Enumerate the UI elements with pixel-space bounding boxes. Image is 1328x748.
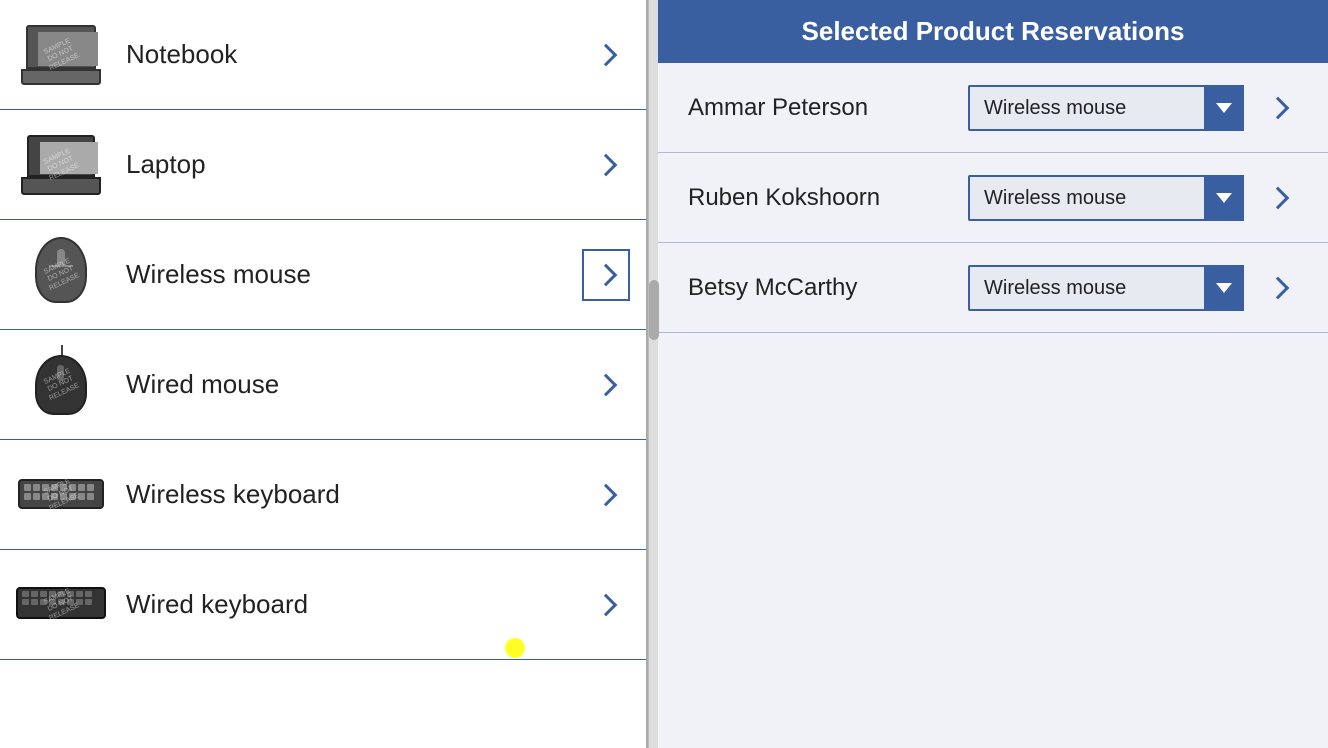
ammar-product-select[interactable]: Wireless mouse Wired mouse Wireless keyb…	[968, 85, 1244, 131]
product-name-laptop: Laptop	[126, 149, 582, 180]
laptop-chevron[interactable]	[582, 139, 630, 191]
chevron-right-icon	[595, 153, 618, 176]
wired-keyboard-chevron[interactable]	[582, 579, 630, 631]
product-item-wired-mouse[interactable]: SAMPLEDO NOTRELEASE Wired mouse	[0, 330, 646, 440]
reservation-person-ammar: Ammar Peterson	[688, 94, 968, 122]
ammar-select-wrap: Wireless mouse Wired mouse Wireless keyb…	[968, 85, 1244, 131]
wired-mouse-icon: SAMPLEDO NOTRELEASE	[16, 345, 106, 425]
product-item-wireless-mouse[interactable]: SAMPLEDO NOTRELEASE Wireless mouse	[0, 220, 646, 330]
chevron-right-icon	[595, 43, 618, 66]
wired-mouse-chevron[interactable]	[582, 359, 630, 411]
ammar-row-chevron[interactable]	[1258, 88, 1298, 128]
betsy-select-wrap: Wireless mouse Wired mouse Wireless keyb…	[968, 265, 1244, 311]
ruben-select-wrap: Wireless mouse Wired mouse Wireless keyb…	[968, 175, 1244, 221]
product-name-notebook: Notebook	[126, 39, 582, 70]
notebook-chevron[interactable]	[582, 29, 630, 81]
reservation-person-ruben: Ruben Kokshoorn	[688, 184, 968, 212]
chevron-right-icon	[1267, 276, 1290, 299]
product-name-wired-mouse: Wired mouse	[126, 369, 582, 400]
notebook-icon: SAMPLEDO NOTRELEASE	[16, 15, 106, 95]
reservation-row-ruben: Ruben Kokshoorn Wireless mouse Wired mou…	[658, 153, 1328, 243]
ruben-product-select[interactable]: Wireless mouse Wired mouse Wireless keyb…	[968, 175, 1244, 221]
wired-keyboard-icon: SAMPLEDO NOTRELEASE	[16, 565, 106, 645]
reservations-panel: Selected Product Reservations Ammar Pete…	[658, 0, 1328, 748]
product-name-wired-keyboard: Wired keyboard	[126, 589, 582, 620]
betsy-product-select[interactable]: Wireless mouse Wired mouse Wireless keyb…	[968, 265, 1244, 311]
chevron-right-icon	[595, 593, 618, 616]
chevron-right-icon	[1267, 96, 1290, 119]
reservation-person-betsy: Betsy McCarthy	[688, 274, 968, 302]
wireless-keyboard-icon: SAMPLEDO NOTRELEASE	[16, 455, 106, 535]
reservation-list: Ammar Peterson Wireless mouse Wired mous…	[658, 63, 1328, 748]
chevron-right-icon	[595, 483, 618, 506]
product-list: SAMPLEDO NOTRELEASE Notebook SAMPLEDO NO…	[0, 0, 648, 748]
product-name-wireless-keyboard: Wireless keyboard	[126, 479, 582, 510]
product-item-laptop[interactable]: SAMPLEDO NOTRELEASE Laptop	[0, 110, 646, 220]
product-name-wireless-mouse: Wireless mouse	[126, 259, 582, 290]
reservation-row-betsy: Betsy McCarthy Wireless mouse Wired mous…	[658, 243, 1328, 333]
ruben-row-chevron[interactable]	[1258, 178, 1298, 218]
chevron-right-icon	[1267, 186, 1290, 209]
wireless-mouse-chevron[interactable]	[582, 249, 630, 301]
reservations-title: Selected Product Reservations	[658, 0, 1328, 63]
wireless-keyboard-chevron[interactable]	[582, 469, 630, 521]
wireless-mouse-icon: SAMPLEDO NOTRELEASE	[16, 235, 106, 315]
chevron-right-icon	[595, 263, 618, 286]
product-item-wired-keyboard[interactable]: SAMPLEDO NOTRELEASE Wired keyboard	[0, 550, 646, 660]
product-item-wireless-keyboard[interactable]: SAMPLEDO NOTRELEASE Wireless keyboard	[0, 440, 646, 550]
betsy-row-chevron[interactable]	[1258, 268, 1298, 308]
product-item-notebook[interactable]: SAMPLEDO NOTRELEASE Notebook	[0, 0, 646, 110]
laptop-icon: SAMPLEDO NOTRELEASE	[16, 125, 106, 205]
chevron-right-icon	[595, 373, 618, 396]
reservation-row-ammar: Ammar Peterson Wireless mouse Wired mous…	[658, 63, 1328, 153]
